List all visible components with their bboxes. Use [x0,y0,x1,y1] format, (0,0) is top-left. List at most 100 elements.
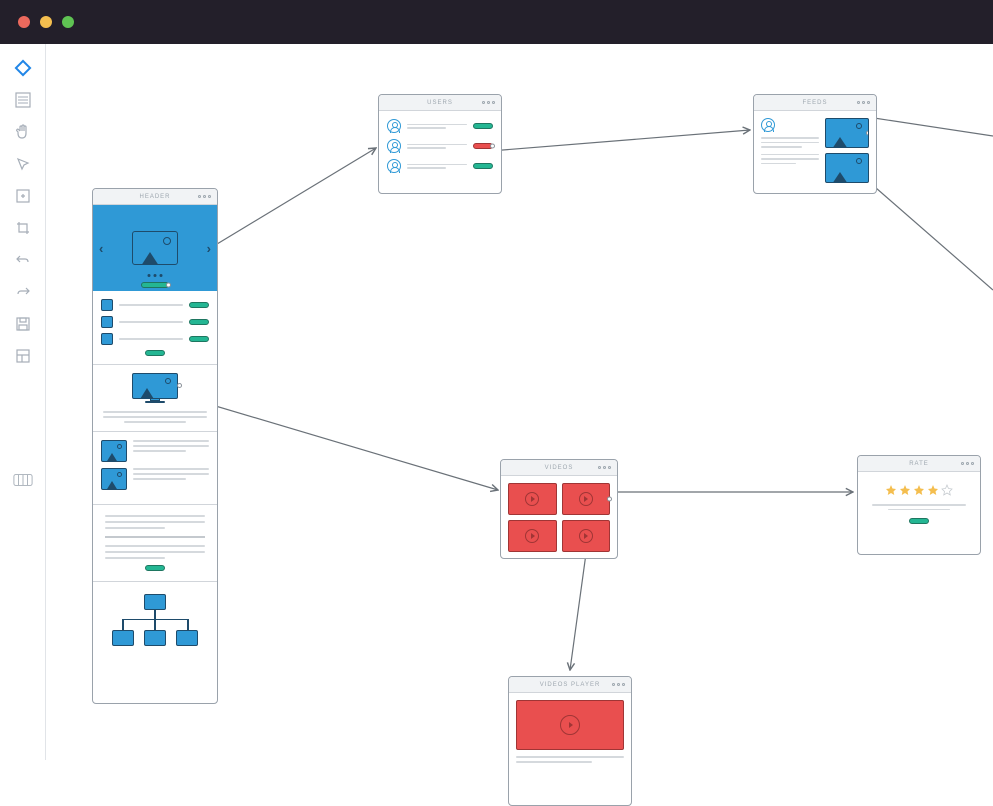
frame-dots-icon [598,466,611,469]
tag-pill[interactable] [189,302,209,308]
crop-tool-icon[interactable] [13,218,33,238]
logo-icon[interactable] [13,58,33,78]
video-thumbnail[interactable] [508,483,557,515]
frame-title-label: VIDEOS [545,465,574,471]
frame-title-label: HEADER [139,194,170,200]
wireframe-feeds[interactable]: FEEDS [753,94,877,194]
text-placeholder [103,411,207,423]
play-icon [560,715,580,735]
square-icon [101,333,113,345]
submit-button[interactable] [909,518,929,524]
image-placeholder-icon [101,468,127,490]
chevron-left-icon[interactable]: ‹ [99,241,103,256]
frame-title: HEADER [93,189,217,205]
expand-tool-icon[interactable] [13,186,33,206]
status-pill[interactable] [473,123,493,129]
action-button[interactable] [145,565,165,571]
text-block [93,505,217,582]
video-thumbnail[interactable] [508,520,557,552]
image-placeholder-icon [132,231,178,265]
minimize-window-button[interactable] [40,16,52,28]
hand-tool-icon[interactable] [13,122,33,142]
user-row [387,159,493,173]
frame-dots-icon [961,462,974,465]
save-icon[interactable] [13,314,33,334]
play-icon [579,492,593,506]
star-icon [885,484,897,496]
square-icon [101,316,113,328]
design-canvas[interactable]: HEADER ‹ › [46,44,993,760]
avatar-icon [387,159,401,173]
image-placeholder-icon [101,440,127,462]
frame-title-label: RATE [909,461,929,467]
list-block [93,291,217,365]
avatar-icon [387,139,401,153]
frame-title: FEEDS [754,95,876,111]
wireframe-users[interactable]: USERS [378,94,502,194]
pointer-tool-icon[interactable] [13,154,33,174]
undo-icon[interactable] [13,250,33,270]
wireframe-rate[interactable]: RATE [857,455,981,555]
titlebar [0,0,993,44]
wireframe-videos-player[interactable]: VIDEOS PLAYER [508,676,632,806]
list-item [101,299,209,311]
frame-title-label: FEEDS [802,100,827,106]
frame-title-label: VIDEOS PLAYER [540,682,601,688]
star-icon [913,484,925,496]
status-pill[interactable] [473,143,493,149]
tag-pill[interactable] [189,319,209,325]
sitemap-icon [110,594,200,646]
square-icon [101,299,113,311]
video-thumbnail[interactable] [562,520,611,552]
chevron-right-icon[interactable]: › [207,241,211,256]
frame-dots-icon [612,683,625,686]
frame-title: VIDEOS [501,460,617,476]
user-row [387,119,493,133]
list-item [101,316,209,328]
close-window-button[interactable] [18,16,30,28]
text-placeholder [516,761,592,763]
list-tool-icon[interactable] [13,90,33,110]
pager-dots-icon [148,274,163,277]
play-icon [525,529,539,543]
frame-dots-icon [857,101,870,104]
frame-title: USERS [379,95,501,111]
feed-text [761,118,819,183]
play-icon [579,529,593,543]
frame-title: VIDEOS PLAYER [509,677,631,693]
image-placeholder-icon [825,153,869,183]
video-thumbnail[interactable] [562,483,611,515]
frame-title-label: USERS [427,100,453,106]
frame-dots-icon [198,195,211,198]
cta-pill[interactable] [141,282,169,288]
play-icon [525,492,539,506]
star-outline-icon [941,484,953,496]
redo-icon[interactable] [13,282,33,302]
video-player[interactable] [516,700,624,750]
grid-toggle-icon[interactable] [13,470,33,490]
text-placeholder [516,756,624,758]
hero-carousel: ‹ › [93,205,217,291]
text-placeholder [133,440,209,452]
status-pill[interactable] [473,163,493,169]
user-row [387,139,493,153]
monitor-block [93,365,217,432]
wireframe-videos[interactable]: VIDEOS [500,459,618,559]
avatar-icon [387,119,401,133]
star-icon [927,484,939,496]
layout-tool-icon[interactable] [13,346,33,366]
image-row [101,440,209,462]
frame-title: RATE [858,456,980,472]
star-rating[interactable] [868,484,970,496]
list-item [101,333,209,345]
images-block [93,432,217,505]
maximize-window-button[interactable] [62,16,74,28]
monitor-icon [132,373,178,405]
star-icon [899,484,911,496]
wireframe-header[interactable]: HEADER ‹ › [92,188,218,704]
frame-dots-icon [482,101,495,104]
more-button[interactable] [145,350,165,356]
image-row [101,468,209,490]
tag-pill[interactable] [189,336,209,342]
sitemap-block [93,582,217,658]
